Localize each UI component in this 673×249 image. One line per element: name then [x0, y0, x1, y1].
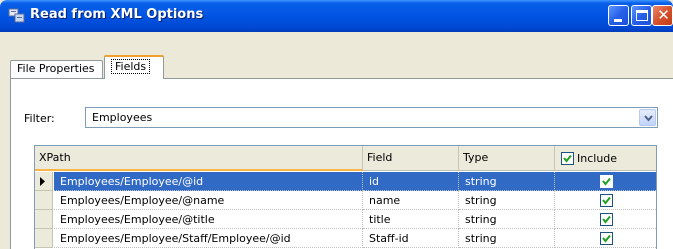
maximize-button[interactable] — [631, 5, 652, 26]
filter-label: Filter: — [24, 112, 55, 125]
cell-field[interactable]: name — [363, 191, 459, 210]
include-checkbox[interactable] — [600, 231, 613, 245]
window-title: Read from XML Options — [30, 7, 204, 22]
cell-type[interactable]: string — [459, 191, 555, 210]
table-row[interactable]: Employees/Employee/@title title string — [35, 210, 656, 229]
tab-label: File Properties — [17, 62, 95, 75]
title-bar[interactable]: Read from XML Options ✕ — [0, 0, 673, 32]
cell-include — [555, 210, 656, 229]
table-row[interactable]: Employees/Employee/Staff/Employee/@id St… — [35, 229, 656, 248]
cell-field[interactable]: id — [363, 172, 459, 191]
column-header-xpath[interactable]: XPath — [35, 146, 363, 171]
cell-include — [555, 172, 656, 191]
tab-label: Fields — [111, 59, 151, 74]
cell-xpath[interactable]: Employees/Employee/Staff/Employee/@id — [54, 229, 363, 248]
close-button[interactable]: ✕ — [652, 5, 673, 26]
tab-file-properties[interactable]: File Properties — [10, 60, 103, 79]
close-icon: ✕ — [657, 6, 670, 24]
filter-value: Employees — [92, 111, 153, 124]
cell-xpath[interactable]: Employees/Employee/@id — [54, 172, 363, 191]
filter-select[interactable]: Employees — [85, 107, 658, 128]
include-checkbox[interactable] — [600, 193, 613, 207]
checkmark-icon — [602, 215, 611, 224]
cell-xpath[interactable]: Employees/Employee/@title — [54, 210, 363, 229]
filter-dropdown-button[interactable] — [639, 109, 656, 126]
cell-type[interactable]: string — [459, 172, 555, 191]
minimize-button[interactable] — [608, 5, 629, 26]
checkmark-icon — [602, 196, 611, 205]
row-selector[interactable] — [35, 172, 53, 191]
cell-xpath[interactable]: Employees/Employee/@name — [54, 191, 363, 210]
column-header-label: XPath — [39, 151, 71, 164]
checkmark-icon — [602, 234, 611, 243]
minimize-icon — [614, 19, 622, 22]
column-header-field[interactable]: Field — [363, 146, 459, 171]
cell-type[interactable]: string — [459, 229, 555, 248]
checkmark-icon — [563, 154, 572, 163]
column-header-type[interactable]: Type — [459, 146, 555, 171]
include-all-checkbox[interactable] — [561, 151, 574, 165]
cell-field[interactable]: title — [363, 210, 459, 229]
checkmark-icon — [602, 177, 611, 186]
cell-include — [555, 229, 656, 248]
include-checkbox[interactable] — [600, 212, 613, 226]
row-selector[interactable] — [35, 191, 53, 210]
cell-type[interactable]: string — [459, 210, 555, 229]
grid-header: XPath Field Type Include — [35, 146, 656, 171]
row-selector[interactable] — [35, 229, 53, 248]
column-header-include[interactable]: Include — [555, 146, 656, 171]
current-row-arrow-icon — [40, 177, 45, 186]
maximize-icon — [636, 10, 648, 21]
table-row[interactable]: Employees/Employee/@name name string — [35, 191, 656, 210]
cell-field[interactable]: Staff-id — [363, 229, 459, 248]
column-header-label: Type — [463, 151, 489, 164]
column-header-label: Include — [577, 151, 618, 165]
app-icon — [8, 8, 25, 23]
table-row[interactable]: Employees/Employee/@id id string — [35, 172, 656, 191]
row-selector[interactable] — [35, 210, 53, 229]
include-checkbox[interactable] — [600, 174, 613, 188]
tab-fields[interactable]: Fields — [104, 55, 164, 79]
cell-include — [555, 191, 656, 210]
chevron-down-icon — [644, 115, 653, 122]
column-header-label: Field — [367, 151, 393, 164]
fields-grid[interactable]: XPath Field Type Include Employees/Emplo… — [34, 145, 657, 249]
